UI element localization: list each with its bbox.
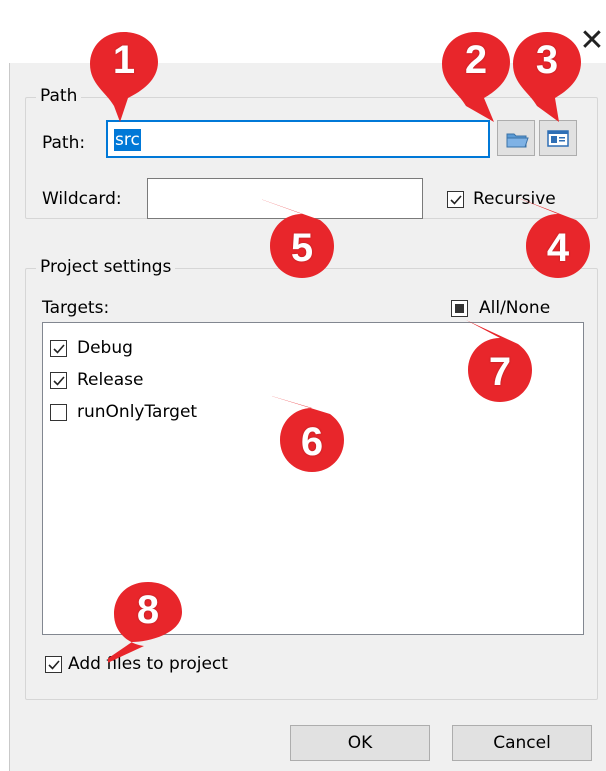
annotation-number: 4 <box>546 226 570 270</box>
target-checkbox-debug[interactable] <box>50 340 67 357</box>
all-none-checkbox[interactable] <box>451 300 468 317</box>
target-checkbox-release[interactable] <box>50 372 67 389</box>
target-label: Release <box>77 370 144 390</box>
window-top-edge <box>9 0 606 8</box>
add-files-checkbox[interactable] <box>45 656 62 673</box>
annotation-number: 5 <box>290 226 314 270</box>
annotation-number: 3 <box>535 38 559 82</box>
window-icon <box>540 130 576 160</box>
path-group-title: Path <box>36 86 82 106</box>
annotation-marker-2: 2 <box>436 28 516 124</box>
path-label: Path: <box>42 133 86 153</box>
checkmark-icon <box>53 344 65 354</box>
folder-icon <box>498 133 534 160</box>
browse-folder-button[interactable] <box>497 120 535 156</box>
annotation-marker-5: 5 <box>262 194 342 290</box>
cancel-button[interactable]: Cancel <box>452 725 592 761</box>
annotation-marker-7: 7 <box>460 318 540 414</box>
project-settings-title: Project settings <box>36 257 176 277</box>
checkmark-icon <box>450 195 462 205</box>
window-left-edge <box>0 0 10 771</box>
recursive-checkbox[interactable] <box>447 191 464 208</box>
target-label: Debug <box>77 338 133 358</box>
targets-label: Targets: <box>42 298 110 318</box>
annotation-marker-6: 6 <box>272 388 352 484</box>
ok-button[interactable]: OK <box>290 725 430 761</box>
annotation-number: 7 <box>488 350 512 394</box>
annotation-marker-8: 8 <box>108 578 188 674</box>
target-checkbox-runonlytarget[interactable] <box>50 404 67 421</box>
annotation-marker-1: 1 <box>84 28 164 124</box>
target-label: runOnlyTarget <box>77 402 198 422</box>
path-input[interactable]: src <box>106 120 490 158</box>
indeterminate-mark <box>455 304 464 313</box>
path-wizard-button[interactable] <box>539 120 577 156</box>
checkmark-icon <box>48 660 60 670</box>
all-none-label[interactable]: All/None <box>479 298 550 318</box>
annotation-number: 6 <box>300 420 324 464</box>
annotation-number: 8 <box>136 588 160 632</box>
annotation-number: 1 <box>112 38 136 82</box>
annotation-number: 2 <box>464 38 488 82</box>
path-input-value: src <box>114 129 141 151</box>
wildcard-label: Wildcard: <box>42 189 122 209</box>
annotation-marker-3: 3 <box>507 28 587 124</box>
annotation-marker-4: 4 <box>518 194 598 290</box>
checkmark-icon <box>53 376 65 386</box>
